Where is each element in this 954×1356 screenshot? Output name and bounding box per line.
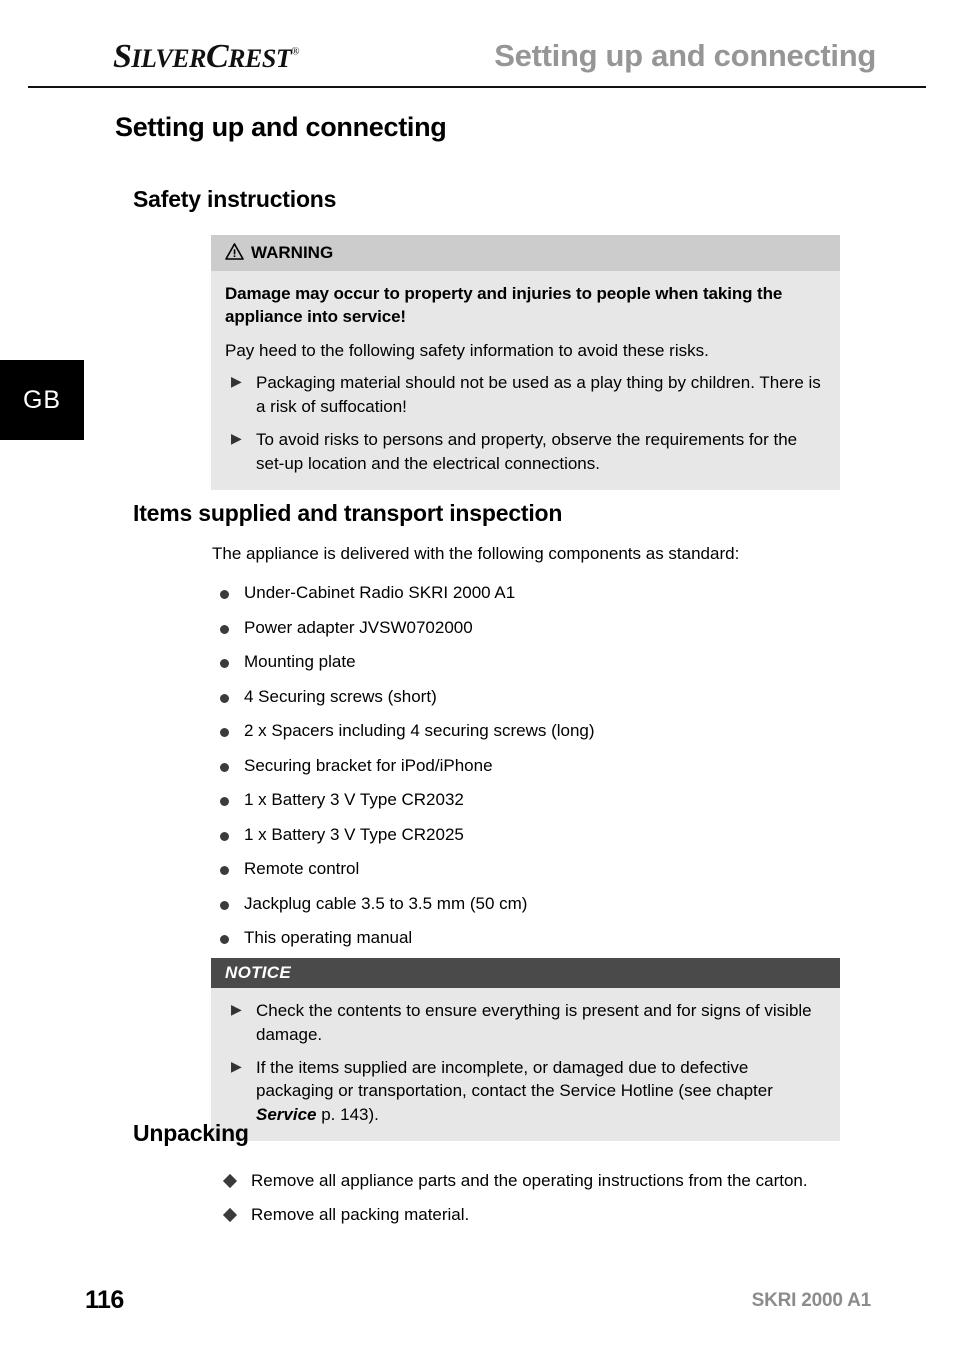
diamond-bullet-icon [222,1207,238,1223]
item-label: 1 x Battery 3 V Type CR2032 [244,790,464,809]
item-label: Mounting plate [244,652,356,671]
dot-bullet-icon [220,935,229,944]
item-label: 1 x Battery 3 V Type CR2025 [244,824,464,844]
item-label: 4 Securing screws (short) [244,686,437,706]
notice-callout-label: NOTICE [225,962,292,982]
brand-logo: SILVERCREST® [113,38,300,75]
section-heading-safety: Safety instructions [133,186,337,212]
page-number: 116 [85,1286,124,1314]
country-tab-gb: GB [0,360,84,440]
notice-callout-header: NOTICE [211,958,840,988]
notice-bullet-text-part-b: p. 143). [316,1105,379,1125]
brand-logo-c: C [205,38,229,75]
notice-callout: NOTICE ▶ Check the contents to ensure ev… [211,958,840,1141]
items-supplied-list: Under-Cabinet Radio SKRI 2000 A1 Power a… [220,576,860,956]
list-item: Mounting plate [220,645,860,680]
list-item: ▶ Check the contents to ensure everythin… [225,999,824,1047]
warning-callout-label: WARNING [251,242,334,262]
warning-callout-header: WARNING [211,235,840,271]
dot-bullet-icon [220,866,229,875]
header-divider [28,86,926,88]
warning-bullet-text: To avoid risks to persons and property, … [256,429,798,473]
dot-bullet-icon [220,900,229,910]
dot-bullet-icon [220,624,229,634]
list-item: ▶ If the items supplied are incomplete, … [225,1056,824,1127]
warning-intro-text: Pay heed to the following safety informa… [225,340,709,360]
list-item: 1 x Battery 3 V Type CR2025 [220,818,860,853]
notice-bullet-text-part-a: If the items supplied are incomplete, or… [256,1057,773,1101]
dot-bullet-icon [220,831,229,841]
warning-triangle-icon [225,243,244,260]
warning-bullet-list: ▶ Packaging material should not be used … [225,371,824,475]
unpacking-step-text: Remove all packing material. [251,1205,470,1224]
list-item: Jackplug cable 3.5 to 3.5 mm (50 cm) [220,887,860,922]
dot-bullet-icon [220,762,229,772]
brand-logo-ilver: ILVER [131,44,206,73]
page-header: SILVERCREST® Setting up and connecting [0,0,954,90]
item-label: 2 x Spacers including 4 securing screws … [244,721,595,740]
notice-bullet-text: Check the contents to ensure everything … [256,1001,812,1044]
items-supplied-lead: The appliance is delivered with the foll… [212,544,740,563]
notice-bullet-emphasis-service: Service [256,1105,317,1125]
dot-bullet-icon [220,659,229,668]
running-header-title: Setting up and connecting [494,38,876,73]
item-label: Under-Cabinet Radio SKRI 2000 A1 [244,583,516,602]
item-label: Power adapter JVSW0702000 [244,617,473,637]
dot-bullet-icon [220,693,229,703]
brand-logo-rest: REST [228,44,292,73]
dot-bullet-icon [220,797,229,806]
list-item: ▶ To avoid risks to persons and property… [225,428,824,476]
warning-callout: WARNING Damage may occur to property and… [211,235,840,490]
footer-model-name: SKRI 2000 A1 [751,1290,872,1311]
list-item: Securing bracket for iPod/iPhone [220,749,860,784]
list-item: Remove all packing material. [222,1198,885,1232]
warning-callout-body: Damage may occur to property and injurie… [211,271,840,490]
unpacking-step-text: Remove all appliance parts and the opera… [251,1171,808,1190]
dot-bullet-icon [220,728,229,737]
unpacking-step-list: Remove all appliance parts and the opera… [222,1164,885,1232]
notice-callout-body: ▶ Check the contents to ensure everythin… [211,988,840,1141]
item-label: Securing bracket for iPod/iPhone [244,755,493,775]
page-title: Setting up and connecting [115,112,447,142]
list-item: ▶ Packaging material should not be used … [225,371,824,419]
section-heading-unpacking: Unpacking [133,1120,249,1146]
registered-mark-icon: ® [291,45,300,58]
arrow-bullet-icon: ▶ [231,429,242,446]
diamond-bullet-icon [222,1173,238,1189]
page-footer: 116 SKRI 2000 A1 [0,1266,954,1356]
item-label: Jackplug cable 3.5 to 3.5 mm (50 cm) [244,893,528,913]
section-heading-items-supplied: Items supplied and transport inspection [133,500,563,526]
list-item: 1 x Battery 3 V Type CR2032 [220,783,860,818]
list-item: Remove all appliance parts and the opera… [222,1164,885,1198]
dot-bullet-icon [220,590,229,599]
list-item: This operating manual [220,921,860,956]
arrow-bullet-icon: ▶ [231,373,242,390]
warning-bullet-text: Packaging material should not be used as… [256,373,821,417]
brand-logo-s: S [113,38,132,75]
item-label: Remote control [244,859,360,878]
list-item: 2 x Spacers including 4 securing screws … [220,714,860,749]
item-label: This operating manual [244,928,413,947]
warning-bold-lead: Damage may occur to property and injurie… [225,284,783,327]
country-tab-label: GB [22,385,62,414]
arrow-bullet-icon: ▶ [231,1001,242,1017]
arrow-bullet-icon: ▶ [231,1057,242,1074]
list-item: 4 Securing screws (short) [220,680,860,715]
list-item: Remote control [220,852,860,887]
notice-bullet-list: ▶ Check the contents to ensure everythin… [225,999,824,1127]
list-item: Power adapter JVSW0702000 [220,611,860,646]
list-item: Under-Cabinet Radio SKRI 2000 A1 [220,576,860,611]
